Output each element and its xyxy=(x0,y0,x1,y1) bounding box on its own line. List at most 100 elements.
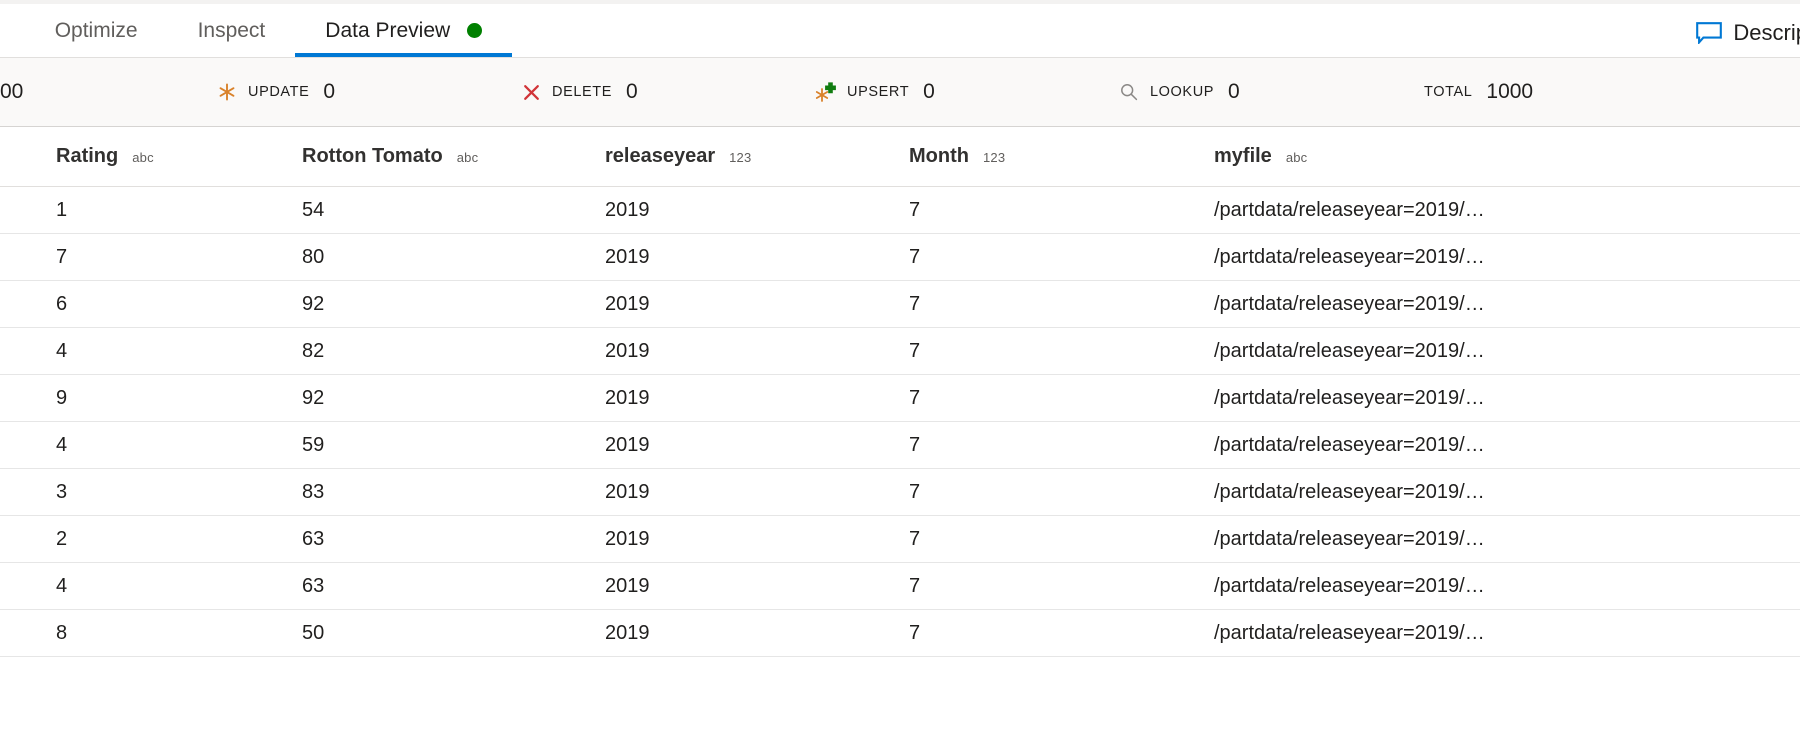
table-cell: 9 xyxy=(56,386,68,409)
stat-label: UPSERT xyxy=(847,84,910,100)
table-cell: 63 xyxy=(302,527,325,550)
stats-bar: 00 UPDATE 0 DELETE 0 UPSERT 0 LOOKUP 0 TOTAL 1000 xyxy=(0,58,1800,127)
tab-label: Optimize xyxy=(54,19,138,42)
table-cell: 7 xyxy=(909,292,921,315)
table-cell: 3 xyxy=(56,480,68,503)
table-row[interactable]: 6 92 2019 7/partdata/releaseyear=2019/… xyxy=(0,281,1800,328)
stat-value: 0 xyxy=(626,80,638,103)
tab-optimize[interactable]: Optimize xyxy=(25,4,168,57)
table-cell: 7 xyxy=(909,480,921,503)
table-cell: /partdata/releaseyear=2019/… xyxy=(1214,433,1485,456)
table-row[interactable]: 9 92 2019 7/partdata/releaseyear=2019/… xyxy=(0,375,1800,422)
stat-label: LOOKUP xyxy=(1150,84,1215,100)
data-preview-grid: Rating abc Rotton Tomato abc releaseyear 123 M… xyxy=(0,127,1800,657)
table-cell: 54 xyxy=(302,198,325,221)
table-cell: 4 xyxy=(56,574,68,597)
stat-lookup: LOOKUP 0 xyxy=(1118,58,1240,126)
table-cell: /partdata/releaseyear=2019/… xyxy=(1214,245,1485,268)
column-type-badge: abc xyxy=(456,150,479,165)
table-cell: 2019 xyxy=(605,198,650,221)
table-cell: 2019 xyxy=(605,386,650,409)
table-cell: 1 xyxy=(56,198,68,221)
tab-label: Inspect xyxy=(197,19,266,42)
description-button[interactable]: Descrip xyxy=(1696,20,1800,53)
tab-list: jection Optimize Inspect Data Preview xyxy=(0,4,513,57)
column-type-badge: 123 xyxy=(729,150,752,165)
table-row[interactable]: 8 50 2019 7/partdata/releaseyear=2019/… xyxy=(0,610,1800,657)
stat-value: 0 xyxy=(923,80,935,103)
table-cell: 7 xyxy=(909,339,921,362)
column-header-label: Month xyxy=(909,145,969,167)
table-cell: 7 xyxy=(909,433,921,456)
table-cell: /partdata/releaseyear=2019/… xyxy=(1214,621,1485,644)
table-cell: 63 xyxy=(302,574,325,597)
tab-data-preview[interactable]: Data Preview xyxy=(295,4,513,57)
column-header-myfile[interactable]: myfile abc xyxy=(1214,145,1714,168)
table-cell: /partdata/releaseyear=2019/… xyxy=(1214,527,1485,550)
table-cell: 6 xyxy=(56,292,68,315)
table-cell: 2019 xyxy=(605,339,650,362)
table-cell: 59 xyxy=(302,433,325,456)
table-cell: /partdata/releaseyear=2019/… xyxy=(1214,386,1485,409)
table-cell: 83 xyxy=(302,480,325,503)
table-cell: 50 xyxy=(302,621,325,644)
table-row[interactable]: 4 59 2019 7/partdata/releaseyear=2019/… xyxy=(0,422,1800,469)
stat-insert: 00 xyxy=(0,58,23,126)
column-header-rating[interactable]: Rating abc xyxy=(0,145,302,168)
stat-update: UPDATE 0 xyxy=(216,58,335,126)
stat-upsert: UPSERT 0 xyxy=(815,58,935,126)
table-row[interactable]: 3 83 2019 7/partdata/releaseyear=2019/… xyxy=(0,469,1800,516)
tab-bar: jection Optimize Inspect Data Preview Descr… xyxy=(0,4,1800,58)
column-type-badge: abc xyxy=(132,150,154,165)
table-cell: /partdata/releaseyear=2019/… xyxy=(1214,574,1485,597)
column-header-label: Rotton Tomato xyxy=(302,145,443,167)
tab-jection[interactable]: jection xyxy=(0,4,25,57)
table-cell: 7 xyxy=(909,621,921,644)
tab-inspect[interactable]: Inspect xyxy=(168,4,296,57)
table-row[interactable]: 2 63 2019 7/partdata/releaseyear=2019/… xyxy=(0,516,1800,563)
column-type-badge: 123 xyxy=(982,150,1006,165)
column-header-rotton-tomato[interactable]: Rotton Tomato abc xyxy=(302,145,605,168)
table-cell: 7 xyxy=(909,245,921,268)
table-cell: /partdata/releaseyear=2019/… xyxy=(1214,198,1485,221)
description-button-label: Descrip xyxy=(1733,20,1800,45)
table-cell: 4 xyxy=(56,339,68,362)
stat-label: UPDATE xyxy=(248,84,310,100)
search-icon xyxy=(1118,81,1140,103)
table-cell: 80 xyxy=(302,245,325,268)
table-header-row: Rating abc Rotton Tomato abc releaseyear 123 M… xyxy=(0,127,1800,187)
table-body: 1 54 2019 7/partdata/releaseyear=2019/… 7 80 2… xyxy=(0,187,1800,657)
stat-delete: DELETE 0 xyxy=(520,58,638,126)
stat-label: TOTAL xyxy=(1424,84,1473,100)
table-cell: 2019 xyxy=(605,292,650,315)
preview-status-dot xyxy=(467,23,483,38)
asterisk-plus-icon xyxy=(815,81,837,103)
table-cell: 92 xyxy=(302,386,325,409)
table-cell: 2019 xyxy=(605,621,650,644)
column-header-month[interactable]: Month 123 xyxy=(909,145,1214,168)
asterisk-icon xyxy=(216,81,238,103)
stat-value: 0 xyxy=(323,80,336,103)
table-cell: 4 xyxy=(56,433,68,456)
active-tab-underline xyxy=(295,53,513,57)
table-cell: 8 xyxy=(56,621,68,644)
table-cell: 2019 xyxy=(605,527,650,550)
tab-label: Data Preview xyxy=(325,19,451,42)
comment-icon xyxy=(1696,22,1723,44)
table-row[interactable]: 1 54 2019 7/partdata/releaseyear=2019/… xyxy=(0,187,1800,234)
table-cell: 92 xyxy=(302,292,325,315)
table-cell: 2019 xyxy=(605,433,650,456)
stat-label: DELETE xyxy=(552,84,613,100)
column-header-label: releaseyear xyxy=(605,145,716,167)
column-header-label: Rating xyxy=(56,145,119,167)
table-row[interactable]: 4 82 2019 7/partdata/releaseyear=2019/… xyxy=(0,328,1800,375)
table-cell: 7 xyxy=(909,574,921,597)
stat-value: 0 xyxy=(1228,80,1240,103)
x-icon xyxy=(520,81,542,103)
table-cell: 2019 xyxy=(605,480,650,503)
table-cell: /partdata/releaseyear=2019/… xyxy=(1214,292,1485,315)
table-cell: 2019 xyxy=(605,574,650,597)
table-row[interactable]: 4 63 2019 7/partdata/releaseyear=2019/… xyxy=(0,563,1800,610)
table-row[interactable]: 7 80 2019 7/partdata/releaseyear=2019/… xyxy=(0,234,1800,281)
column-header-releaseyear[interactable]: releaseyear 123 xyxy=(605,145,909,168)
